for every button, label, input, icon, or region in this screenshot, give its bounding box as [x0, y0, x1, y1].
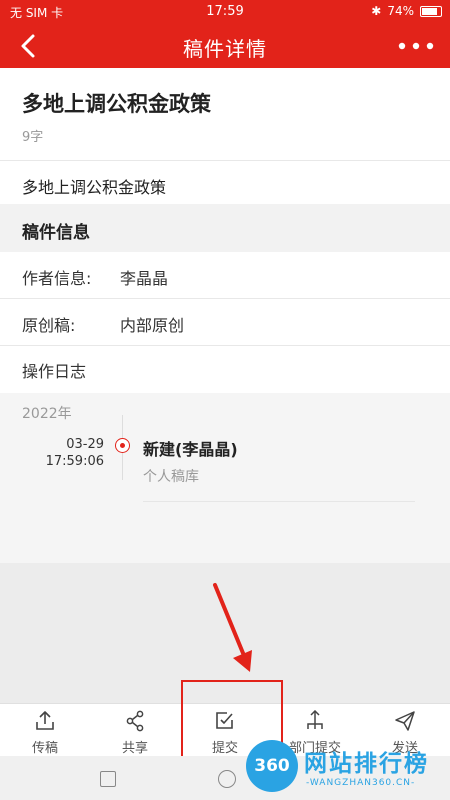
original-value: 内部原创	[120, 316, 185, 335]
tab-share[interactable]: 共享	[90, 704, 180, 757]
send-icon	[395, 711, 415, 731]
bluetooth-icon: ✱	[371, 4, 382, 18]
more-dots-icon	[398, 42, 434, 50]
branch-icon	[307, 710, 323, 729]
section-title: 稿件信息	[22, 223, 90, 243]
tab-upload[interactable]: 传稿	[0, 704, 90, 757]
log-entry-event: 新建(李晶晶)	[143, 440, 238, 459]
section-header: 稿件信息	[0, 204, 450, 252]
recent-apps-button[interactable]	[100, 771, 116, 787]
divider	[0, 345, 450, 346]
tab-share-label: 共享	[121, 741, 148, 756]
divider	[143, 501, 415, 502]
divider	[0, 160, 450, 161]
original-row: 原创稿: 内部原创	[0, 299, 450, 345]
article-title: 多地上调公积金政策	[22, 92, 211, 116]
log-entry-date: 03-29	[66, 437, 104, 452]
timeline-dot-icon	[115, 438, 130, 453]
log-entry-datetime: 03-29 17:59:06	[40, 436, 104, 470]
tab-upload-label: 传稿	[31, 741, 58, 756]
watermark-domain: -WANGZHAN360.CN-	[306, 778, 416, 788]
annotation-arrow-icon	[213, 583, 252, 672]
nav-bar: 稿件详情	[0, 24, 450, 68]
log-entry-time: 17:59:06	[45, 454, 104, 469]
more-button[interactable]	[396, 34, 436, 58]
status-icons: ✱ 74%	[371, 4, 442, 18]
log-entry-location: 个人稿库	[143, 469, 199, 485]
home-button[interactable]	[218, 770, 236, 788]
log-title: 操作日志	[22, 362, 87, 381]
share-icon	[126, 710, 144, 732]
author-value: 李晶晶	[120, 269, 169, 288]
battery-level: 74%	[387, 4, 414, 18]
author-label: 作者信息:	[22, 269, 92, 288]
log-timeline: 2022年 03-29 17:59:06 新建(李晶晶) 个人稿库	[0, 393, 450, 563]
watermark-logo: 360 网站排行榜 -WANGZHAN360.CN-	[246, 740, 450, 798]
watermark-name: 网站排行榜	[304, 751, 429, 777]
word-count: 9字	[22, 130, 44, 145]
author-row: 作者信息: 李晶晶	[0, 252, 450, 298]
watermark-badge: 360	[246, 740, 298, 792]
log-year: 2022年	[22, 406, 72, 422]
page-title: 稿件详情	[183, 37, 267, 61]
status-bar: 无 SIM 卡 17:59 ✱ 74%	[0, 0, 450, 24]
original-label: 原创稿:	[22, 316, 76, 335]
upload-icon	[36, 711, 54, 730]
battery-icon	[420, 5, 442, 17]
article-summary: 多地上调公积金政策	[22, 178, 167, 197]
